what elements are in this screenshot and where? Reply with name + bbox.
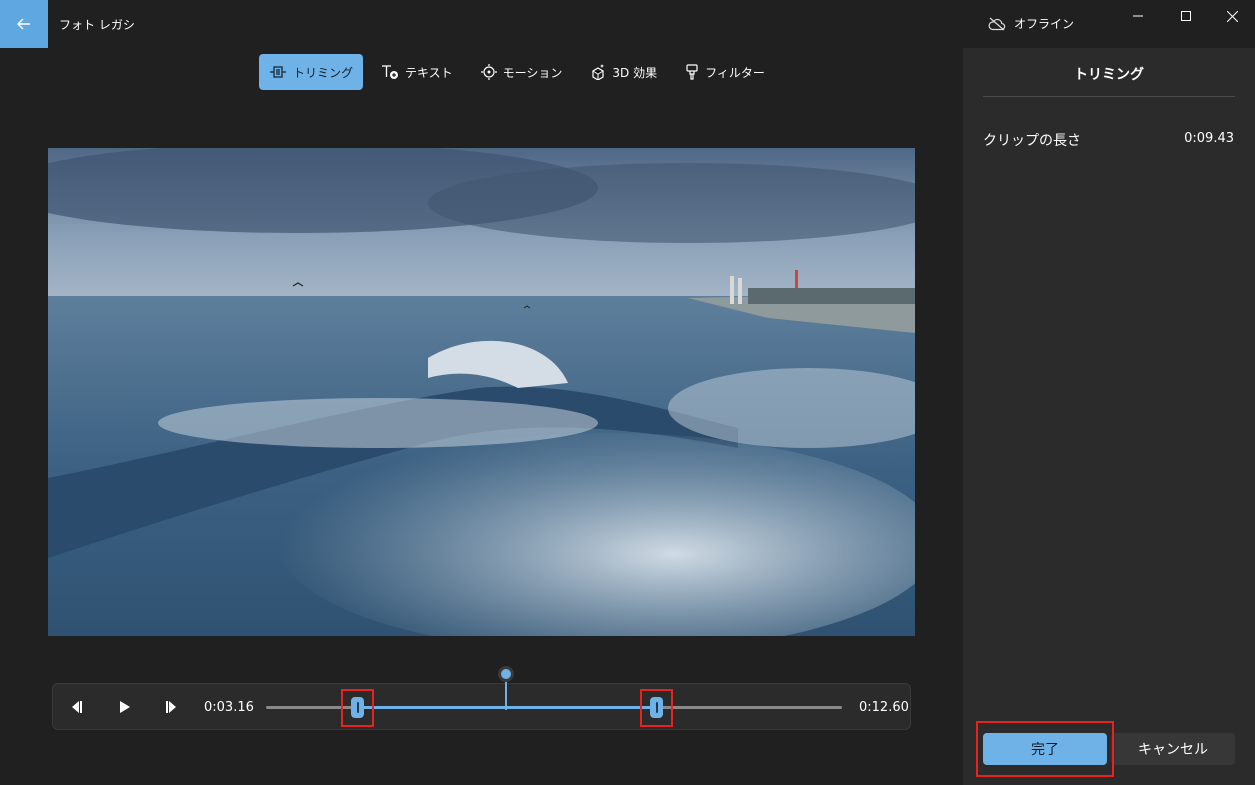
3d-effects-icon (592, 64, 605, 80)
trim-end-time: 0:12.60 (859, 700, 909, 715)
trim-start-highlight (341, 689, 374, 727)
text-add-icon (382, 65, 399, 79)
timeline-selection (357, 706, 657, 709)
app-title: フォト レガシ (59, 18, 135, 32)
tab-trim-label: トリミング (293, 65, 354, 80)
tab-3d-effects-label: 3D 効果 (612, 65, 658, 80)
tab-filters-label: フィルター (705, 65, 765, 80)
tab-filters[interactable]: フィルター (675, 54, 775, 90)
panel-title: トリミング (1074, 67, 1144, 83)
tab-motion-label: モーション (502, 65, 563, 80)
tab-text-label: テキスト (405, 65, 453, 80)
video-preview[interactable] (48, 148, 915, 636)
playhead-handle[interactable] (498, 666, 514, 682)
minimize-button[interactable] (1126, 6, 1150, 26)
tab-3d-effects[interactable]: 3D 効果 (580, 54, 667, 90)
previous-frame-button[interactable] (65, 696, 87, 718)
clip-length-label: クリップの長さ (983, 133, 1081, 149)
video-frame-image (48, 148, 915, 636)
back-button[interactable] (0, 0, 48, 48)
close-button[interactable] (1220, 6, 1244, 26)
filter-icon (686, 64, 698, 80)
trim-panel: トリミング クリップの長さ 0:09.43 完了 キャンセル (963, 48, 1255, 785)
cloud-offline-icon (988, 17, 1006, 30)
edit-toolbar: トリミング テキスト モーション 3D 効果 フィルター (259, 54, 775, 90)
trim-start-time: 0:03.16 (204, 700, 254, 715)
play-icon (120, 701, 130, 713)
tab-trim[interactable]: トリミング (259, 54, 364, 90)
panel-divider (983, 96, 1235, 97)
close-icon (1226, 10, 1238, 22)
maximize-button[interactable] (1174, 6, 1198, 26)
trim-timeline: 0:03.16 0:12.60 (52, 683, 911, 730)
trim-end-highlight (640, 689, 673, 727)
motion-icon (480, 64, 497, 80)
maximize-icon (1181, 11, 1191, 21)
cancel-button[interactable]: キャンセル (1111, 733, 1235, 765)
step-forward-icon (166, 701, 176, 713)
clip-length-value: 0:09.43 (1184, 131, 1234, 146)
minimize-icon (1133, 15, 1143, 17)
tab-text[interactable]: テキスト (371, 54, 463, 90)
offline-label: オフライン (1014, 17, 1075, 31)
next-frame-button[interactable] (161, 696, 183, 718)
back-arrow-icon (17, 18, 30, 30)
playhead-line (505, 680, 507, 710)
play-button[interactable] (113, 696, 135, 718)
tab-motion[interactable]: モーション (471, 54, 573, 90)
step-back-icon (72, 701, 82, 713)
trim-icon (270, 66, 286, 78)
done-button-highlight (976, 721, 1114, 777)
offline-status: オフライン (988, 15, 1074, 32)
